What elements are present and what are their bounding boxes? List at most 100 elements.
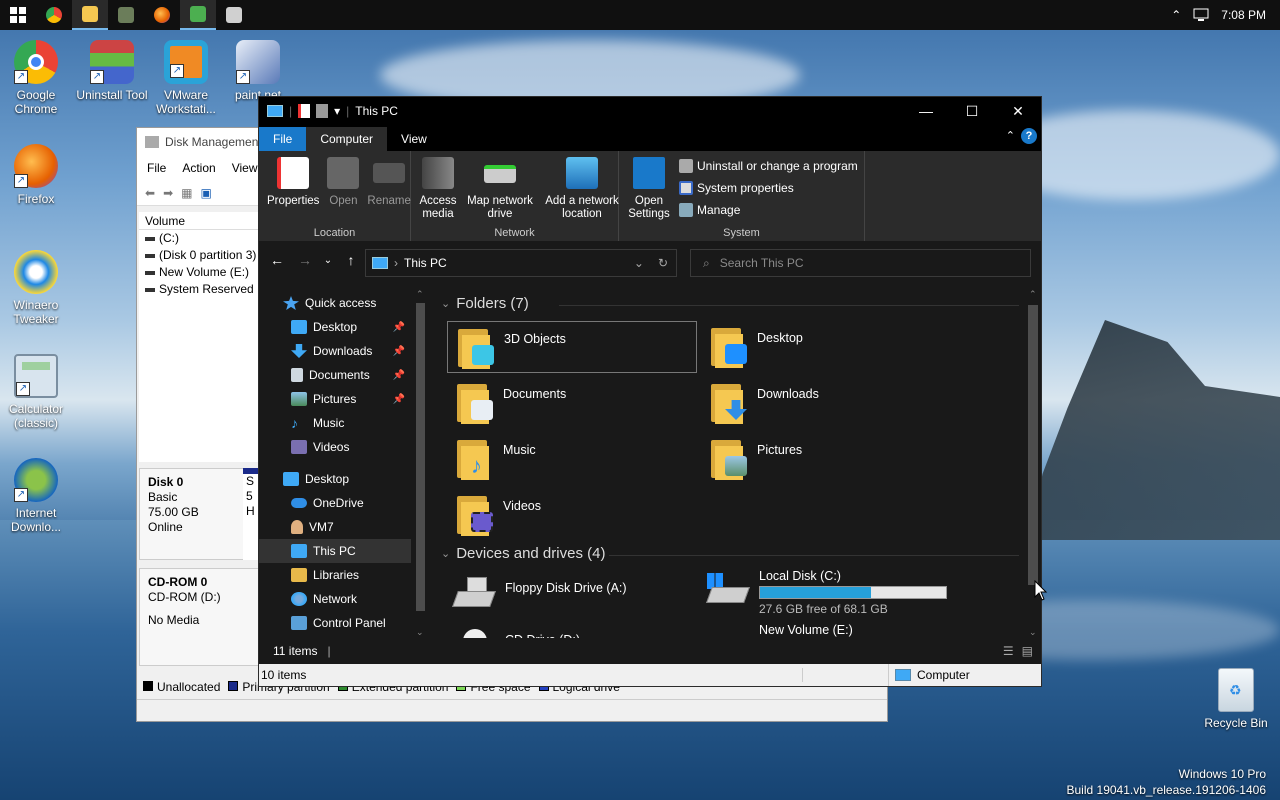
- drive-floppy-a[interactable]: Floppy Disk Drive (A:): [447, 571, 697, 623]
- help-icon[interactable]: ?: [1021, 128, 1037, 144]
- folder-3d-objects[interactable]: 3D Objects: [447, 321, 697, 373]
- nav-scrollbar[interactable]: ⌃ ⌄: [413, 289, 427, 641]
- dm-volume-row[interactable]: New Volume (E:): [139, 264, 259, 281]
- address-dropdown-icon[interactable]: ⌄: [634, 256, 644, 270]
- pin-icon[interactable]: 📌: [393, 370, 405, 381]
- folder-documents[interactable]: Documents: [447, 377, 697, 429]
- nav-item-quick-access[interactable]: Quick access: [259, 291, 411, 315]
- address-bar[interactable]: › This PC ⌄ ↻: [365, 249, 677, 277]
- desktop-icon-winaero[interactable]: Winaero Tweaker: [0, 250, 72, 326]
- collapse-ribbon-icon[interactable]: ⌃: [1006, 129, 1015, 142]
- nav-item-videos[interactable]: Videos: [259, 435, 411, 459]
- taskbar-chrome[interactable]: [36, 0, 72, 30]
- scroll-down-icon[interactable]: ⌄: [1029, 627, 1037, 638]
- clock[interactable]: 7:08 PM: [1221, 8, 1266, 22]
- collapse-chevron-icon[interactable]: ⌄: [441, 547, 450, 560]
- nav-item-documents[interactable]: Documents 📌: [259, 363, 411, 387]
- dm-partition-stub[interactable]: S 5 H: [243, 468, 259, 560]
- large-icons-view-icon[interactable]: ▤: [1022, 644, 1033, 658]
- folder-pictures[interactable]: Pictures: [701, 433, 951, 485]
- nav-item-onedrive[interactable]: OneDrive: [259, 491, 411, 515]
- recent-locations-dropdown[interactable]: ⌄: [321, 247, 335, 273]
- scroll-down-icon[interactable]: ⌄: [416, 627, 424, 638]
- desktop-icon-paintnet[interactable]: ↗ paint.net: [222, 40, 294, 102]
- dm-cdrom0[interactable]: CD-ROM 0 CD-ROM (D:) No Media: [139, 568, 259, 666]
- dm-menu-view[interactable]: View: [232, 161, 258, 175]
- forward-arrow-icon[interactable]: ➡: [163, 186, 173, 200]
- desktop-icon-vmware[interactable]: ↗ VMware Workstati...: [150, 40, 222, 116]
- file-explorer-window[interactable]: | ▾ | This PC — ☐ ✕ File Computer View ⌃…: [258, 96, 1042, 687]
- tab-computer[interactable]: Computer: [306, 127, 388, 151]
- dm-menu-file[interactable]: File: [147, 161, 166, 175]
- nav-item-desktop-root[interactable]: Desktop: [259, 467, 411, 491]
- map-network-drive-button[interactable]: Map network drive: [463, 155, 537, 225]
- start-button[interactable]: [0, 0, 36, 30]
- folder-videos[interactable]: Videos: [447, 489, 697, 541]
- desktop-icon-uninstall-tool[interactable]: ↗ Uninstall Tool: [76, 40, 148, 102]
- nav-item-control-panel[interactable]: Control Panel: [259, 611, 411, 635]
- close-button[interactable]: ✕: [995, 97, 1041, 125]
- desktop-icon-recycle-bin[interactable]: ♻ Recycle Bin: [1200, 668, 1272, 730]
- qa-dropdown-icon[interactable]: ▾: [334, 104, 340, 118]
- taskbar-uninstall-tool[interactable]: [108, 0, 144, 30]
- devices-section-header[interactable]: ⌄ Devices and drives (4): [441, 545, 1019, 562]
- help-icon[interactable]: ▣: [200, 186, 211, 200]
- folder-desktop[interactable]: Desktop: [701, 321, 951, 373]
- nav-scroll-thumb[interactable]: [416, 303, 425, 611]
- dm-menu-action[interactable]: Action: [182, 161, 215, 175]
- desktop-icon-idm[interactable]: ↗ Internet Downlo...: [0, 458, 72, 534]
- rename-button[interactable]: Rename: [365, 155, 412, 225]
- tab-file[interactable]: File: [259, 127, 307, 151]
- back-button[interactable]: ←: [265, 247, 289, 273]
- nav-item-downloads[interactable]: Downloads 📌: [259, 339, 411, 363]
- refresh-icon[interactable]: ↻: [650, 256, 676, 270]
- dm-disk0[interactable]: Disk 0 Basic 75.00 GB Online: [139, 468, 259, 560]
- nav-item-desktop-pinned[interactable]: Desktop 📌: [259, 315, 411, 339]
- tab-view[interactable]: View: [387, 127, 441, 151]
- desktop-icon-firefox[interactable]: ↗ Firefox: [0, 144, 72, 206]
- pin-icon[interactable]: 📌: [393, 394, 405, 405]
- forward-button[interactable]: →: [293, 247, 317, 273]
- taskbar-file-explorer[interactable]: [72, 0, 108, 30]
- open-button[interactable]: Open: [325, 155, 361, 225]
- nav-item-music[interactable]: ♪ Music: [259, 411, 411, 435]
- desktop-icon-chrome[interactable]: ↗ Google Chrome: [0, 40, 72, 116]
- search-box[interactable]: ⌕ Search This PC: [690, 249, 1031, 277]
- taskbar-firefox[interactable]: [144, 0, 180, 30]
- dm-volume-header[interactable]: Volume: [139, 212, 259, 230]
- explorer-titlebar[interactable]: | ▾ | This PC — ☐ ✕: [259, 97, 1041, 125]
- nav-item-libraries[interactable]: Libraries: [259, 563, 411, 587]
- content-scroll-thumb[interactable]: [1028, 305, 1038, 585]
- desktop-icon-calculator[interactable]: ↗ Calculator (classic): [0, 354, 72, 430]
- nav-item-network[interactable]: Network: [259, 587, 411, 611]
- minimize-button[interactable]: —: [903, 97, 949, 125]
- nav-item-this-pc[interactable]: This PC: [259, 539, 411, 563]
- uninstall-program-button[interactable]: Uninstall or change a program: [679, 155, 858, 177]
- breadcrumb-chevron-icon[interactable]: ›: [394, 256, 398, 270]
- nav-item-pictures[interactable]: Pictures 📌: [259, 387, 411, 411]
- taskbar-disk-management[interactable]: [216, 0, 252, 30]
- maximize-button[interactable]: ☐: [949, 97, 995, 125]
- details-view-icon[interactable]: ☰: [1003, 644, 1014, 658]
- folder-downloads[interactable]: Downloads: [701, 377, 951, 429]
- add-network-location-button[interactable]: Add a network location: [541, 155, 623, 225]
- dm-volume-row[interactable]: (Disk 0 partition 3): [139, 247, 259, 264]
- pin-icon[interactable]: 📌: [393, 346, 405, 357]
- scroll-up-icon[interactable]: ⌃: [416, 289, 424, 300]
- taskbar-winaero[interactable]: [180, 0, 216, 30]
- back-arrow-icon[interactable]: ⬅: [145, 186, 155, 200]
- properties-qa-icon[interactable]: [298, 104, 311, 118]
- nav-item-user[interactable]: VM7: [259, 515, 411, 539]
- system-properties-button[interactable]: System properties: [679, 177, 858, 199]
- manage-button[interactable]: Manage: [679, 199, 858, 221]
- properties-button[interactable]: Properties: [265, 155, 321, 225]
- dm-volume-row[interactable]: System Reserved: [139, 281, 259, 298]
- open-settings-button[interactable]: Open Settings: [625, 155, 673, 225]
- access-media-button[interactable]: Access media: [417, 155, 459, 225]
- folder-music[interactable]: ♪ Music: [447, 433, 697, 485]
- this-pc-icon[interactable]: [267, 105, 283, 117]
- scroll-up-icon[interactable]: ⌃: [1029, 289, 1037, 300]
- collapse-chevron-icon[interactable]: ⌄: [441, 297, 450, 310]
- grid-icon[interactable]: ▦: [181, 186, 192, 200]
- network-tray-icon[interactable]: [1193, 8, 1209, 22]
